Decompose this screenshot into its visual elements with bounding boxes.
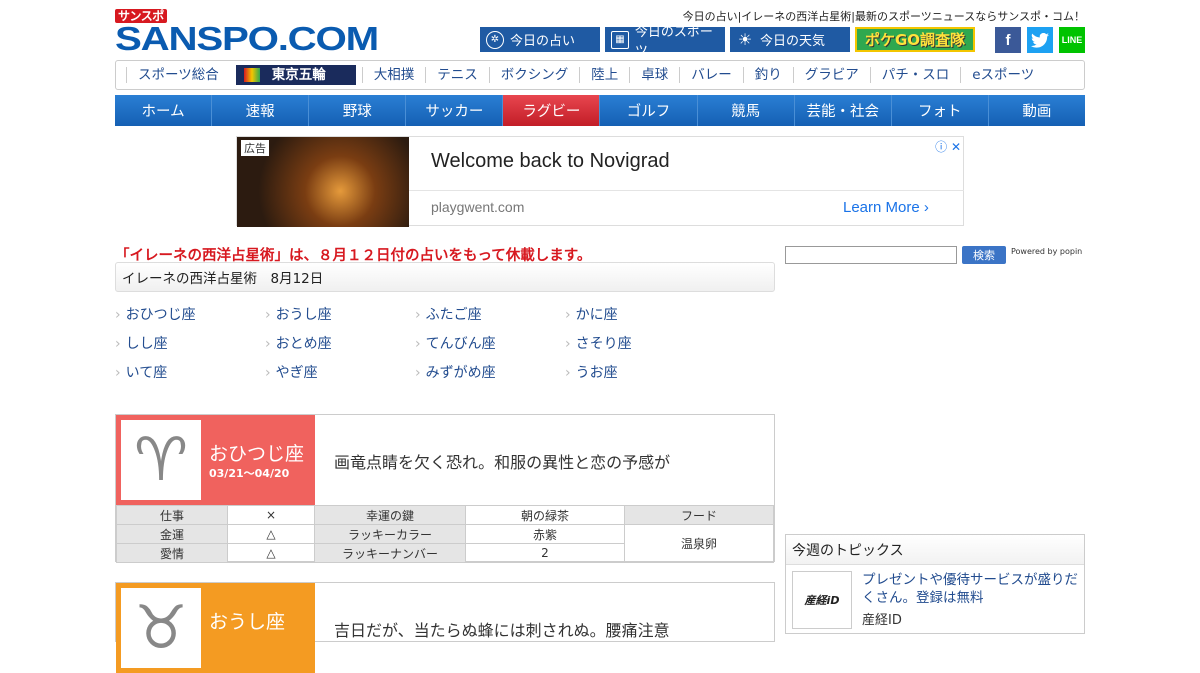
taurus-icon: ♉ (121, 588, 201, 668)
lucky-color-value: 赤紫 (465, 524, 625, 544)
love-value: △ (227, 543, 315, 563)
ad-close-icon[interactable]: ⓘ ✕ (935, 138, 961, 155)
subnav-sports[interactable]: スポーツ総合 (126, 67, 230, 83)
sign-link-taurus[interactable]: おうし座 (265, 304, 332, 324)
sign-dates: 03/21～04/20 (209, 467, 290, 480)
fortune-table: 仕事 × 幸運の鍵 朝の緑茶 フード 金運 △ ラッキーカラー 赤紫 温泉卵 愛… (116, 505, 774, 563)
fortune-card-taurus: ♉ おうし座 吉日だが、当たらぬ蜂には刺されぬ。腰痛注意 (115, 582, 775, 673)
sankei-id-logo[interactable]: 産経iD (792, 571, 852, 629)
main-nav: ホーム 速報 野球 サッカー ラグビー ゴルフ 競馬 芸能・社会 フォト 動画 (115, 95, 1085, 126)
ad-image[interactable]: 広告 (237, 137, 409, 227)
popin-logo: Powered by popin (1011, 247, 1083, 256)
key-value: 朝の緑茶 (465, 505, 625, 525)
nav-breaking[interactable]: 速報 (212, 95, 310, 126)
sign-link-scorpio[interactable]: さそり座 (565, 333, 632, 353)
food-value: 温泉卵 (624, 524, 774, 563)
nav-video[interactable]: 動画 (989, 95, 1085, 126)
chevron-right-icon: › (923, 199, 929, 216)
sign-link-capricorn[interactable]: やぎ座 (265, 362, 318, 382)
nav-baseball[interactable]: 野球 (309, 95, 407, 126)
nav-golf[interactable]: ゴルフ (600, 95, 698, 126)
sign-link-libra[interactable]: てんびん座 (415, 333, 496, 353)
nav-rugby[interactable]: ラグビー (503, 95, 601, 126)
subnav-athletics[interactable]: 陸上 (579, 67, 629, 83)
sign-link-leo[interactable]: しし座 (115, 333, 168, 353)
love-label: 愛情 (116, 543, 228, 563)
today-weather-button[interactable]: ☀ 今日の天気 (730, 27, 850, 52)
pokego-banner[interactable]: ポケGO調査隊 (855, 27, 975, 52)
facebook-icon[interactable]: f (995, 27, 1021, 53)
work-value: × (227, 505, 315, 525)
subnav-fishing[interactable]: 釣り (742, 67, 793, 83)
ad-url[interactable]: playgwent.com (431, 199, 524, 215)
calendar-icon: ▦ (611, 30, 629, 49)
weekly-topics: 今週のトピックス 産経iD プレゼントや優待サービスが盛りだくさん。登録は無料 … (785, 534, 1085, 634)
ad-learn-more-button[interactable]: Learn More › (843, 199, 929, 216)
ad-divider (409, 190, 964, 191)
lucky-number-value: 2 (465, 543, 625, 563)
tagline: 今日の占い|イレーネの西洋占星術|最新のスポーツニュースならサンスポ・コム！ (682, 10, 1085, 23)
subnav-table-tennis[interactable]: 卓球 (629, 67, 679, 83)
search-button[interactable]: 検索 (962, 246, 1006, 264)
money-label: 金運 (116, 524, 228, 544)
subnav-tokyo-olympics[interactable]: 東京五輪 (235, 65, 356, 85)
subnav-esports[interactable]: eスポーツ (960, 67, 1045, 83)
nav-soccer[interactable]: サッカー (406, 95, 504, 126)
nav-horse-racing[interactable]: 競馬 (698, 95, 795, 126)
fortune-header-aries: ♈ おひつじ座 03/21～04/20 (116, 415, 315, 505)
sign-link-gemini[interactable]: ふたご座 (415, 304, 482, 324)
money-value: △ (227, 524, 315, 544)
category-subnav: スポーツ総合 東京五輪 大相撲 テニス ボクシング 陸上 卓球 バレー 釣り グ… (115, 60, 1085, 90)
subnav-gravure[interactable]: グラビア (792, 67, 870, 83)
fortune-message: 画竜点睛を欠く恐れ。和服の異性と恋の予感が (334, 453, 671, 472)
topic-link[interactable]: プレゼントや優待サービスが盛りだくさん。登録は無料 (862, 571, 1082, 607)
lucky-color-label: ラッキーカラー (314, 524, 466, 544)
nav-home[interactable]: ホーム (115, 95, 213, 126)
sign-link-sagittarius[interactable]: いて座 (115, 362, 168, 382)
subnav-tennis[interactable]: テニス (425, 67, 489, 83)
horoscope-icon: ✲ (486, 30, 504, 49)
sanspo-logo[interactable]: SANSPO.COM (115, 22, 379, 56)
ad-banner[interactable]: 広告 Welcome back to Novigrad playgwent.co… (236, 136, 964, 227)
food-label: フード (624, 505, 774, 525)
aries-icon: ♈ (121, 420, 201, 500)
subnav-sumo[interactable]: 大相撲 (361, 67, 426, 83)
page-title: イレーネの西洋占星術 8月12日 (115, 262, 775, 292)
subnav-volleyball[interactable]: バレー (679, 67, 743, 83)
fortune-message: 吉日だが、当たらぬ蜂には刺されぬ。腰痛注意 (334, 621, 670, 640)
topics-title: 今週のトピックス (786, 535, 1084, 565)
today-sports-button[interactable]: ▦ 今日のスポーツ (605, 25, 725, 59)
lucky-number-label: ラッキーナンバー (314, 543, 466, 563)
sign-link-cancer[interactable]: かに座 (565, 304, 618, 324)
ad-title[interactable]: Welcome back to Novigrad (431, 150, 670, 173)
twitter-icon[interactable] (1027, 27, 1053, 53)
sign-name: おひつじ座 (209, 443, 305, 465)
fortune-card-aries: ♈ おひつじ座 03/21～04/20 画竜点睛を欠く恐れ。和服の異性と恋の予感… (115, 414, 775, 563)
topic-source: 産経ID (862, 613, 902, 628)
sign-link-pisces[interactable]: うお座 (565, 362, 618, 382)
key-label: 幸運の鍵 (314, 505, 466, 525)
nav-photo[interactable]: フォト (892, 95, 989, 126)
fortune-header-taurus: ♉ おうし座 (116, 583, 315, 673)
work-label: 仕事 (116, 505, 228, 525)
sign-link-aries[interactable]: おひつじ座 (115, 304, 196, 324)
subnav-pachi-slot[interactable]: パチ・スロ (869, 67, 961, 83)
today-horoscope-button[interactable]: ✲ 今日の占い (480, 27, 600, 52)
sun-icon: ☀ (737, 30, 753, 49)
search-input[interactable] (785, 246, 957, 264)
sign-link-virgo[interactable]: おとめ座 (265, 333, 332, 353)
nav-entertainment[interactable]: 芸能・社会 (795, 95, 892, 126)
ad-label: 広告 (241, 140, 269, 156)
sign-link-aquarius[interactable]: みずがめ座 (415, 362, 496, 382)
line-icon[interactable]: LINE (1059, 27, 1085, 53)
subnav-boxing[interactable]: ボクシング (488, 67, 580, 83)
